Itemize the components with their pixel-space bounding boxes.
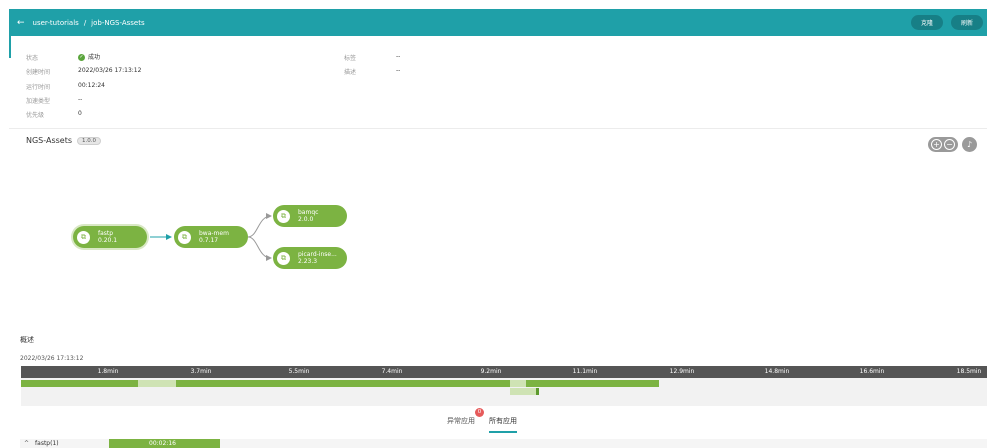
node-bamqc[interactable]: ⧉ bamqc 2.0.0 xyxy=(273,205,347,227)
tab-all-label: 所有应用 xyxy=(489,417,517,425)
node-version: 0.7.17 xyxy=(199,237,219,244)
timeline-bar xyxy=(138,380,176,387)
timeline-axis: 1.8min 3.7min 5.5min 7.4min 9.2min 11.1m… xyxy=(21,366,987,378)
app-tabs: 异常应用 0 所有应用 xyxy=(447,408,517,433)
node-version: 2.0.0 xyxy=(298,216,314,223)
overview-title: 概述 xyxy=(20,336,34,344)
chevron-up-icon[interactable]: ^ xyxy=(24,440,29,447)
tab-abnormal[interactable]: 异常应用 0 xyxy=(447,408,484,433)
axis-tick: 11.1min xyxy=(572,368,598,375)
node-name: fastp xyxy=(98,230,114,237)
timeline-bar xyxy=(536,388,539,395)
app-icon: ⧉ xyxy=(277,251,290,265)
timeline-bar xyxy=(510,388,536,395)
app-icon: ⧉ xyxy=(77,230,90,244)
app-icon: ⧉ xyxy=(277,209,290,223)
axis-tick: 12.9min xyxy=(669,368,695,375)
timeline-start: 2022/03/26 17:13:12 xyxy=(20,355,84,362)
axis-tick: 18.5min xyxy=(956,368,982,375)
app-duration-bar: 00:02:16 xyxy=(109,439,220,448)
app-row-label: fastp(1) xyxy=(35,440,59,447)
node-version: 0.20.1 xyxy=(98,237,118,244)
axis-tick: 14.8min xyxy=(764,368,790,375)
timeline-bar xyxy=(21,380,33,387)
axis-tick: 1.8min xyxy=(97,368,119,375)
axis-tick: 3.7min xyxy=(190,368,212,375)
timeline-bar xyxy=(510,380,526,387)
timeline-bar xyxy=(526,380,659,387)
timeline-bar xyxy=(176,380,510,387)
abnormal-count-badge: 0 xyxy=(475,408,484,417)
axis-tick: 9.2min xyxy=(480,368,502,375)
timeline-track xyxy=(21,378,987,406)
node-bwa-mem[interactable]: ⧉ bwa-mem 0.7.17 xyxy=(174,226,248,248)
edge-bwa-bamqc xyxy=(247,213,272,238)
app-icon: ⧉ xyxy=(178,230,191,244)
axis-tick: 16.6min xyxy=(859,368,885,375)
node-fastp[interactable]: ⧉ fastp 0.20.1 xyxy=(73,226,147,248)
tab-all[interactable]: 所有应用 xyxy=(489,416,517,433)
node-picard[interactable]: ⧉ picard-inse... 2.23.3 xyxy=(273,247,347,269)
node-name: picard-inse... xyxy=(298,251,337,258)
axis-tick: 5.5min xyxy=(288,368,310,375)
node-name: bwa-mem xyxy=(199,230,229,237)
node-name: bamqc xyxy=(298,209,319,216)
edge-bwa-picard xyxy=(247,236,272,261)
axis-tick: 7.4min xyxy=(381,368,403,375)
app-row[interactable]: ^ fastp(1) 00:02:16 xyxy=(20,439,987,448)
node-version: 2.23.3 xyxy=(298,258,318,265)
timeline-bar xyxy=(33,380,138,387)
tab-abnormal-label: 异常应用 xyxy=(447,417,475,425)
